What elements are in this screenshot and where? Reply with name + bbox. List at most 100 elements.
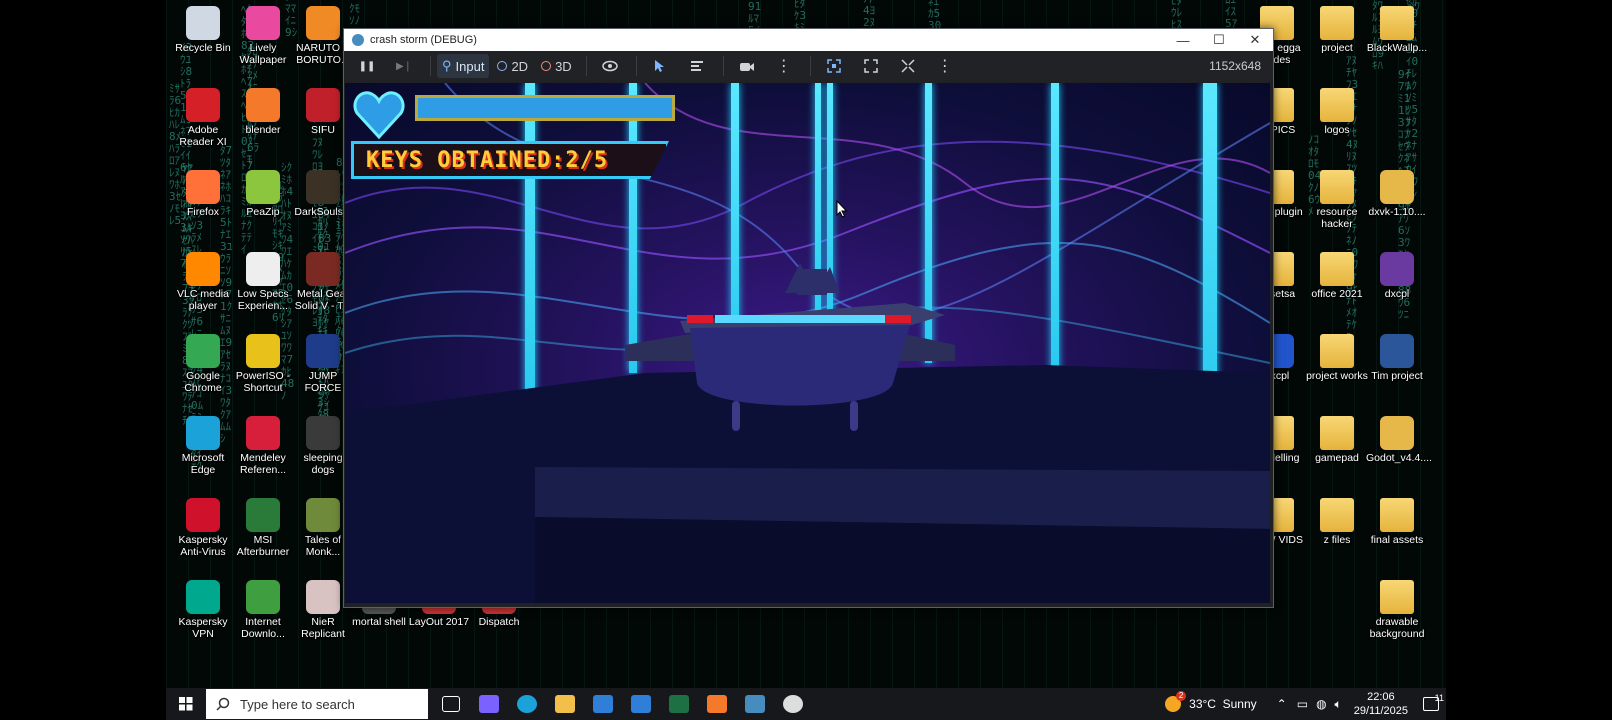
- select-tool-button[interactable]: [643, 54, 677, 78]
- file-explorer-taskbar-button[interactable]: [546, 688, 584, 720]
- notification-count: 11: [1434, 693, 1444, 703]
- taskbar-search-box[interactable]: Type here to search: [206, 689, 428, 719]
- keep-aspect-button[interactable]: [854, 54, 888, 78]
- notification-button[interactable]: 11: [1416, 693, 1446, 711]
- pause-button[interactable]: ❚❚: [350, 54, 384, 78]
- godot-taskbar-button[interactable]: [736, 688, 774, 720]
- next-frame-button[interactable]: ▶❘: [387, 54, 421, 78]
- store-taskbar-button[interactable]: [622, 688, 660, 720]
- obs-taskbar-button[interactable]: [774, 688, 812, 720]
- folder-icon: [1380, 580, 1414, 614]
- list-select-button[interactable]: [680, 54, 714, 78]
- desktop-icon[interactable]: Godot_v4.4....: [1366, 410, 1432, 464]
- search-placeholder: Type here to search: [240, 696, 355, 712]
- tales-of-monkey-icon: [306, 498, 340, 532]
- folder-icon: [1320, 6, 1354, 40]
- desktop-icon[interactable]: Low Specs Experien...: [232, 246, 294, 312]
- desktop-icon[interactable]: Internet Downlo...: [232, 574, 294, 640]
- desktop-icon[interactable]: VLC media player: [172, 246, 234, 312]
- weather-widget[interactable]: 2 33°C Sunny: [1165, 691, 1257, 712]
- excel-icon: [669, 695, 689, 713]
- mail-taskbar-button[interactable]: [584, 688, 622, 720]
- edge-icon: [517, 695, 537, 713]
- edge-taskbar-button[interactable]: [508, 688, 546, 720]
- desktop-icon[interactable]: BlackWallp...: [1366, 0, 1428, 54]
- jump-force-icon: [306, 334, 340, 368]
- peazip-icon: [246, 170, 280, 204]
- desktop-icon[interactable]: Recycle Bin: [172, 0, 234, 54]
- desktop-icon[interactable]: logos: [1306, 82, 1368, 136]
- desktop-icon[interactable]: Kaspersky Anti-Virus: [172, 492, 234, 558]
- excel-taskbar-button[interactable]: [660, 688, 698, 720]
- blender-icon: [246, 88, 280, 122]
- desktop-icon-label: dxvk-1.10....: [1368, 206, 1426, 218]
- embed-button[interactable]: [817, 54, 851, 78]
- game-viewport[interactable]: KEYS OBTAINED:2/5: [345, 83, 1270, 603]
- archive-box-icon: [1380, 416, 1414, 450]
- desktop-icon[interactable]: final assets: [1366, 492, 1428, 546]
- desktop-icon[interactable]: blender: [232, 82, 294, 136]
- volume-icon[interactable]: 🔈︎: [1335, 697, 1342, 712]
- kebab-menu-icon: ⋮: [775, 58, 792, 75]
- desktop-icon-label: PeaZip: [246, 206, 280, 218]
- blender-taskbar-button[interactable]: [698, 688, 736, 720]
- desktop-icon[interactable]: Google Chrome: [172, 328, 234, 394]
- task-view-taskbar-button[interactable]: [432, 688, 470, 720]
- game-window: crash storm (DEBUG) — ☐ ✕ ❚❚ ▶❘ ⚲ Input …: [343, 28, 1274, 608]
- desktop-icon[interactable]: gamepad: [1306, 410, 1368, 464]
- desktop-icon[interactable]: drawable background: [1366, 574, 1428, 640]
- desktop-icon[interactable]: z files: [1306, 492, 1368, 546]
- clock[interactable]: 22:06 29/11/2025: [1354, 690, 1408, 718]
- camera-override-button[interactable]: [730, 54, 764, 78]
- desktop-icon[interactable]: resource hacker: [1306, 164, 1368, 230]
- eye-icon: [601, 60, 618, 72]
- close-button[interactable]: ✕: [1237, 32, 1273, 48]
- poweriso-icon: [246, 334, 280, 368]
- kaspersky-vpn-icon: [186, 580, 220, 614]
- debug-toolbar: ❚❚ ▶❘ ⚲ Input 2D 3D ⋮ ⋮ 1152x648: [344, 51, 1273, 81]
- mode-2d-button[interactable]: 2D: [492, 54, 533, 78]
- start-button[interactable]: [166, 688, 206, 720]
- desktop-icon[interactable]: dxcpl: [1366, 246, 1428, 300]
- desktop-icon-label: Mendeley Referen...: [239, 452, 287, 476]
- taskbar: Type here to search 2 33°C Sunny ⌃ ▭ ◍ 🔈…: [166, 688, 1446, 720]
- window-titlebar[interactable]: crash storm (DEBUG) — ☐ ✕: [344, 29, 1273, 51]
- folder-icon: [1320, 416, 1354, 450]
- desktop-icon-label: drawable background: [1369, 616, 1425, 640]
- globe-icon[interactable]: ◍: [1316, 697, 1326, 711]
- desktop-icon-label: Firefox: [186, 206, 220, 218]
- desktop-icon-label: Dispatch: [478, 616, 520, 628]
- maximize-button[interactable]: ☐: [1201, 32, 1237, 48]
- desktop-icon[interactable]: dxvk-1.10....: [1366, 164, 1428, 218]
- more-options-button[interactable]: ⋮: [928, 54, 962, 78]
- desktop-icon[interactable]: Lively Wallpaper: [232, 0, 294, 66]
- circle-2d-icon: [497, 61, 508, 71]
- desktop-icon[interactable]: Mendeley Referen...: [232, 410, 294, 476]
- desktop-icon[interactable]: Adobe Reader XI: [172, 82, 234, 148]
- desktop-icon-label: NieR Replicant: [301, 616, 345, 640]
- desktop-icon[interactable]: PowerISO - Shortcut: [232, 328, 294, 394]
- more-options-button[interactable]: ⋮: [767, 54, 801, 78]
- desktop-icon[interactable]: Kaspersky VPN: [172, 574, 234, 640]
- minimize-button[interactable]: —: [1165, 33, 1201, 48]
- system-tray: 2 33°C Sunny ⌃ ▭ ◍ 🔈︎ 22:06 29/11/2025 1…: [1165, 688, 1446, 720]
- desktop-icon[interactable]: Firefox: [172, 164, 234, 218]
- desktop-icon[interactable]: project works: [1306, 328, 1368, 382]
- desktop-icon[interactable]: office 2021: [1306, 246, 1368, 300]
- circle-3d-icon: [541, 61, 552, 71]
- visibility-eye-button[interactable]: [593, 54, 627, 78]
- desktop-icon[interactable]: MSI Afterburner: [232, 492, 294, 558]
- list-icon: [690, 61, 703, 71]
- input-toggle[interactable]: ⚲ Input: [437, 54, 490, 78]
- fullscreen-button[interactable]: [891, 54, 925, 78]
- desktop-icon[interactable]: PeaZip: [232, 164, 294, 218]
- desktop-icon[interactable]: Microsoft Edge: [172, 410, 234, 476]
- device-icon[interactable]: ▭: [1297, 697, 1308, 711]
- desktop-icon[interactable]: Tim project: [1366, 328, 1428, 382]
- heart-shield-icon: [353, 91, 405, 140]
- search-icon: [216, 697, 230, 711]
- desktop-icon[interactable]: project: [1306, 0, 1368, 54]
- mode-3d-button[interactable]: 3D: [536, 54, 577, 78]
- copilot-taskbar-button[interactable]: [470, 688, 508, 720]
- chevron-up-icon[interactable]: ⌃: [1277, 697, 1287, 711]
